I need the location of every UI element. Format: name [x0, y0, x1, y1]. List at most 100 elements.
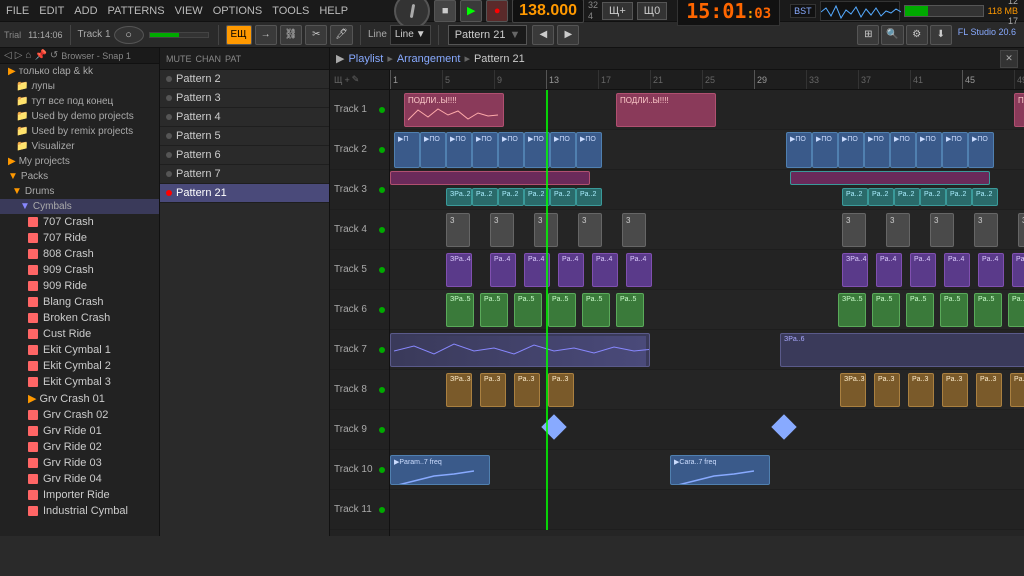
clip[interactable]: 3	[446, 213, 470, 247]
clip[interactable]: 3	[622, 213, 646, 247]
sidebar-item-blang-crash[interactable]: Blang Crash	[0, 294, 159, 310]
folder-item[interactable]: 📁 лупы	[0, 79, 159, 94]
clip[interactable]: 3	[578, 213, 602, 247]
diamond-clip[interactable]	[771, 414, 796, 439]
track-label-8[interactable]: Track 8	[330, 370, 389, 410]
track-label-7[interactable]: Track 7	[330, 330, 389, 370]
clip[interactable]: Pa..3	[976, 373, 1002, 407]
clip[interactable]: ▶ПО	[786, 132, 812, 168]
clip[interactable]: ▶ПО	[916, 132, 942, 168]
clip[interactable]: Pa..2	[498, 188, 524, 206]
clip[interactable]: ЗPa..6	[390, 333, 650, 367]
sidebar-item-909-crash[interactable]: 909 Crash	[0, 262, 159, 278]
draw-btn[interactable]: 🖊	[330, 25, 353, 45]
sidebar-item-broken-crash[interactable]: Broken Crash	[0, 310, 159, 326]
clip[interactable]: Pa..3	[480, 373, 506, 407]
clip[interactable]: Pa..2	[972, 188, 998, 206]
clip[interactable]: Pa..5	[616, 293, 644, 327]
settings-btn[interactable]: ⚙	[906, 25, 928, 45]
clip[interactable]: Pa..3	[1010, 373, 1024, 407]
clip[interactable]: Pa..4	[944, 253, 970, 287]
track-label-5[interactable]: Track 5	[330, 250, 389, 290]
clip[interactable]: ЗPa..4	[446, 253, 472, 287]
clip[interactable]: 3	[1018, 213, 1024, 247]
track-row-9[interactable]: ▶Param..d7 freq	[390, 410, 1024, 450]
clip[interactable]: Pa..2	[868, 188, 894, 206]
clip[interactable]: Pa..4	[978, 253, 1004, 287]
pattern-item-6[interactable]: Pattern 6	[160, 146, 329, 165]
clip[interactable]: 3	[490, 213, 514, 247]
clip[interactable]: Pa..2	[842, 188, 868, 206]
line-selector[interactable]: Line▼	[390, 25, 431, 45]
clip[interactable]: ЗPa..3	[446, 373, 472, 407]
menu-edit[interactable]: EDIT	[39, 5, 64, 17]
cut-btn[interactable]: ✂	[305, 25, 327, 45]
diamond-clip[interactable]	[541, 414, 566, 439]
pattern-item-4[interactable]: Pattern 4	[160, 108, 329, 127]
track-row-11[interactable]	[390, 490, 1024, 530]
track-row-4[interactable]: 3 3 3 3 3 3 3 3 3 3 3 3 3	[390, 210, 1024, 250]
sidebar-item-grv-ride01[interactable]: Grv Ride 01	[0, 423, 159, 439]
clip[interactable]: ЗPa..5	[446, 293, 474, 327]
sidebar-item-ekit2[interactable]: Ekit Cymbal 2	[0, 358, 159, 374]
sidebar-item-ekit3[interactable]: Ekit Cymbal 3	[0, 374, 159, 390]
track-row-10[interactable]: ▶Param..7 freq ▶Cara..7 freq	[390, 450, 1024, 490]
clip[interactable]: ▶ПО	[472, 132, 498, 168]
sidebar-item-grv-ride03[interactable]: Grv Ride 03	[0, 455, 159, 471]
arrangement-link[interactable]: Arrangement	[397, 53, 461, 65]
snap-icon[interactable]: 📌	[34, 50, 46, 61]
stop-button[interactable]: ■	[434, 0, 456, 22]
sidebar-item-cust-ride[interactable]: Cust Ride	[0, 326, 159, 342]
menu-view[interactable]: VIEW	[175, 5, 203, 17]
clip[interactable]: Pa..4	[1012, 253, 1024, 287]
clip[interactable]: ▶ПО	[446, 132, 472, 168]
clip[interactable]: 3	[534, 213, 558, 247]
my-projects-item[interactable]: ▶ My projects	[0, 154, 159, 169]
clip[interactable]: 3	[974, 213, 998, 247]
refresh-icon[interactable]: ↺	[50, 50, 58, 61]
clip[interactable]: ЗPa..6	[780, 333, 1024, 367]
track-label-6[interactable]: Track 6	[330, 290, 389, 330]
packs-item[interactable]: ▼ Packs	[0, 169, 159, 184]
clip[interactable]: Pa..5	[480, 293, 508, 327]
visualizer-item[interactable]: 📁 Visualizer	[0, 139, 159, 154]
clip[interactable]: Pa..5	[872, 293, 900, 327]
sidebar-item-grv-crash02[interactable]: Grv Crash 02	[0, 407, 159, 423]
close-btn[interactable]: ✕	[1000, 50, 1018, 68]
track-label-9[interactable]: Track 9	[330, 410, 389, 450]
clip[interactable]: ▶ПО	[498, 132, 524, 168]
sidebar-item-ekit1[interactable]: Ekit Cymbal 1	[0, 342, 159, 358]
clip[interactable]: ЗPa..5	[838, 293, 866, 327]
clip[interactable]: Pa..5	[582, 293, 610, 327]
clip[interactable]: Pa..2	[894, 188, 920, 206]
drums-item[interactable]: ▼ Drums	[0, 184, 159, 199]
sidebar-item-909-ride[interactable]: 909 Ride	[0, 278, 159, 294]
menu-help[interactable]: HELP	[319, 5, 348, 17]
clip[interactable]: 3	[930, 213, 954, 247]
track-row-1[interactable]: ПОДЛИ..Ы!!!! ПОДЛИ..Ы!!!! ПОДЛИ..Ы!!!!	[390, 90, 1024, 130]
clip[interactable]: ▶ПО	[838, 132, 864, 168]
clip[interactable]: Pa..5	[906, 293, 934, 327]
clip[interactable]	[390, 171, 590, 185]
clip[interactable]: Pa..2	[472, 188, 498, 206]
clip[interactable]	[790, 171, 990, 185]
pattern-item-21[interactable]: Pattern 21	[160, 184, 329, 203]
pattern-prev[interactable]: ◀	[532, 25, 554, 45]
track-label-2[interactable]: Track 2	[330, 130, 389, 170]
pattern-item-3[interactable]: Pattern 3	[160, 89, 329, 108]
clip[interactable]: Pa..2	[524, 188, 550, 206]
clip[interactable]: ПОДЛИ..Ы!!!!	[404, 93, 504, 127]
clip[interactable]: Pa..3	[908, 373, 934, 407]
track-label-3[interactable]: Track 3	[330, 170, 389, 210]
clip[interactable]: Pa..2	[946, 188, 972, 206]
clip[interactable]: Pa..3	[548, 373, 574, 407]
clip[interactable]: Pa..4	[626, 253, 652, 287]
track-row-6[interactable]: ЗPa..5 Pa..5 Pa..5 Pa..5 Pa..5 Pa..5 ЗPa…	[390, 290, 1024, 330]
record-button[interactable]: ●	[486, 0, 508, 22]
clip[interactable]: ▶ПО	[420, 132, 446, 168]
clip[interactable]: Pa..3	[874, 373, 900, 407]
used-remix-item[interactable]: 📁 Used by remix projects	[0, 124, 159, 139]
zoom-btn[interactable]: 🔍	[881, 25, 903, 45]
clip[interactable]: Pa..4	[524, 253, 550, 287]
volume-slider[interactable]	[149, 32, 209, 38]
